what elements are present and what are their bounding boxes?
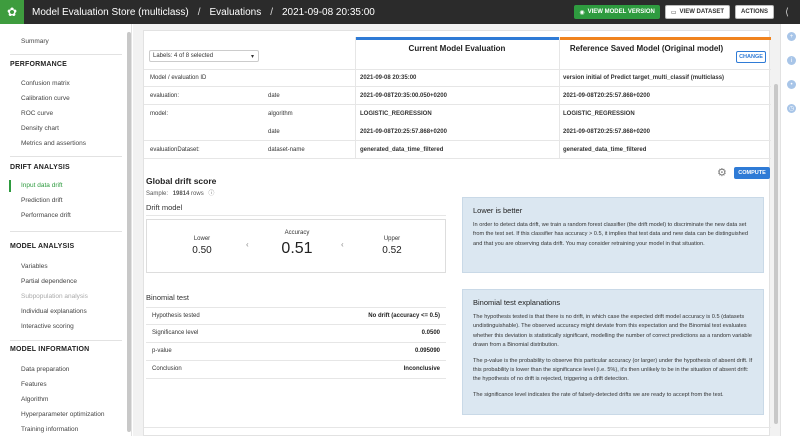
table-row: Hypothesis tested No drift (accuracy <= … xyxy=(146,307,446,325)
main-content: Labels: 4 of 8 selected ▾ Current Model … xyxy=(133,24,780,436)
breadcrumb-separator: / xyxy=(270,6,273,18)
sidebar-heading-model-analysis: MODEL ANALYSIS xyxy=(10,243,75,250)
accuracy-value: 0.51 xyxy=(281,240,313,257)
drift-model-title: Drift model xyxy=(146,203,183,212)
drift-panel: Labels: 4 of 8 selected ▾ Current Model … xyxy=(143,30,771,436)
table-row: evaluationDataset: dataset-name generate… xyxy=(144,141,771,159)
sample-info: Sample: 19814 rows ⓘ xyxy=(146,191,215,197)
sidebar-item-training-information[interactable]: Training information xyxy=(21,426,78,433)
sidebar-item-hyperparameter-optimization[interactable]: Hyperparameter optimization xyxy=(21,411,104,418)
sidebar-divider xyxy=(10,156,122,157)
breadcrumb-evaluation: 2021-09-08 20:35:00 xyxy=(282,6,375,18)
upper-label: Upper xyxy=(383,236,401,242)
sidebar-item-confusion-matrix[interactable]: Confusion matrix xyxy=(21,80,70,87)
actions-button[interactable]: ACTIONS xyxy=(735,5,774,19)
chat-icon[interactable]: • xyxy=(787,80,796,89)
dropdown-caret-icon: ▾ xyxy=(250,53,254,60)
lower-is-better-info-box: Lower is better In order to detect data … xyxy=(462,197,764,273)
table-row: Model / evaluation ID 2021-09-08 20:35:0… xyxy=(144,69,771,87)
sidebar-active-indicator xyxy=(9,180,11,192)
collapse-panel-icon[interactable]: ⟨ xyxy=(780,5,794,19)
sidebar-heading-performance: PERFORMANCE xyxy=(10,61,68,68)
dataset-icon: ▭ xyxy=(670,9,677,16)
reference-model-title: Reference Saved Model (Original model) xyxy=(569,44,724,53)
app-logo-icon[interactable]: ✿ xyxy=(0,0,24,24)
info-icon[interactable]: ⓘ xyxy=(208,191,214,197)
right-rail: + i • ◷ xyxy=(780,24,800,436)
current-evaluation-accent xyxy=(355,37,559,40)
sidebar-item-partial-dependence[interactable]: Partial dependence xyxy=(21,278,77,285)
sidebar-item-prediction-drift[interactable]: Prediction drift xyxy=(21,197,63,204)
sidebar-item-calibration-curve[interactable]: Calibration curve xyxy=(21,95,70,102)
add-icon[interactable]: + xyxy=(787,32,796,41)
view-dataset-button[interactable]: ▭ VIEW DATASET xyxy=(664,5,730,19)
compute-button[interactable]: COMPUTE xyxy=(734,167,770,179)
current-evaluation-title: Current Model Evaluation xyxy=(408,44,506,53)
lower-value: 0.50 xyxy=(192,245,212,256)
sidebar-item-metrics[interactable]: Metrics and assertions xyxy=(21,140,86,147)
binomial-test-title: Binomial test xyxy=(146,293,189,302)
info-icon[interactable]: i xyxy=(787,56,796,65)
sidebar-item-data-preparation[interactable]: Data preparation xyxy=(21,366,69,373)
divider xyxy=(146,215,446,216)
main-scrollbar[interactable] xyxy=(774,84,778,424)
sidebar-scrollbar[interactable] xyxy=(127,32,131,432)
table-row: model: algorithm LOGISTIC_REGRESSION LOG… xyxy=(150,111,635,117)
table-row: p-value 0.095090 xyxy=(146,343,446,361)
sidebar-item-performance-drift[interactable]: Performance drift xyxy=(21,212,71,219)
sidebar-divider xyxy=(10,54,122,55)
eye-icon: ◉ xyxy=(579,9,585,16)
gear-icon[interactable]: ⚙ xyxy=(717,166,727,179)
sidebar-item-subpopulation-analysis[interactable]: Subpopulation analysis xyxy=(21,293,88,300)
sidebar-heading-model-information: MODEL INFORMATION xyxy=(10,346,90,353)
table-row: evaluation: date 2021-09-08T20:35:00.050… xyxy=(144,87,771,105)
sidebar-heading-drift: DRIFT ANALYSIS xyxy=(10,164,70,171)
global-drift-score-title: Global drift score xyxy=(146,176,217,186)
sidebar-item-variables[interactable]: Variables xyxy=(21,263,48,270)
history-icon[interactable]: ◷ xyxy=(787,104,796,113)
sidebar-divider xyxy=(10,231,122,232)
sidebar-item-algorithm[interactable]: Algorithm xyxy=(21,396,48,403)
sidebar-item-density-chart[interactable]: Density chart xyxy=(21,125,59,132)
table-row: Conclusion Inconclusive xyxy=(146,361,446,379)
drift-model-box: Lower 0.50 ‹ Accuracy 0.51 ‹ Upper 0.52 xyxy=(146,219,446,273)
sidebar-item-individual-explanations[interactable]: Individual explanations xyxy=(21,308,87,315)
chevron-left-icon: ‹ xyxy=(246,240,249,249)
lower-label: Lower xyxy=(193,236,211,242)
top-bar: ✿ Model Evaluation Store (multiclass) / … xyxy=(0,0,800,24)
chevron-left-icon: ‹ xyxy=(341,240,344,249)
sample-count: 19814 xyxy=(172,191,190,197)
sidebar-divider xyxy=(10,340,122,341)
upper-value: 0.52 xyxy=(382,245,402,256)
sidebar-item-input-data-drift[interactable]: Input data drift xyxy=(21,182,63,189)
sidebar: Summary PERFORMANCE Confusion matrix Cal… xyxy=(0,24,132,436)
reference-model-accent xyxy=(559,37,771,40)
sidebar-item-features[interactable]: Features xyxy=(21,381,47,388)
sidebar-item-summary[interactable]: Summary xyxy=(21,38,49,45)
divider xyxy=(144,427,771,428)
change-reference-button[interactable]: CHANGE xyxy=(736,51,766,63)
breadcrumb-separator: / xyxy=(197,6,201,18)
binomial-explanations-info-box: Binomial test explanations The hypothesi… xyxy=(462,289,764,415)
breadcrumb-store[interactable]: Model Evaluation Store (multiclass) xyxy=(32,7,189,18)
sidebar-item-roc-curve[interactable]: ROC curve xyxy=(21,110,53,117)
sidebar-item-interactive-scoring[interactable]: Interactive scoring xyxy=(21,323,74,330)
accuracy-label: Accuracy xyxy=(284,230,310,236)
labels-select[interactable]: Labels: 4 of 8 selected ▾ xyxy=(149,50,259,62)
table-row: Significance level 0.0500 xyxy=(146,325,446,343)
breadcrumb-evaluations[interactable]: Evaluations xyxy=(210,7,262,18)
breadcrumb: Model Evaluation Store (multiclass) / Ev… xyxy=(32,7,375,18)
table-row: date 2021-09-08T20:25:57.868+0200 2021-0… xyxy=(144,123,771,141)
view-model-version-button[interactable]: ◉ VIEW MODEL VERSION xyxy=(574,5,660,19)
